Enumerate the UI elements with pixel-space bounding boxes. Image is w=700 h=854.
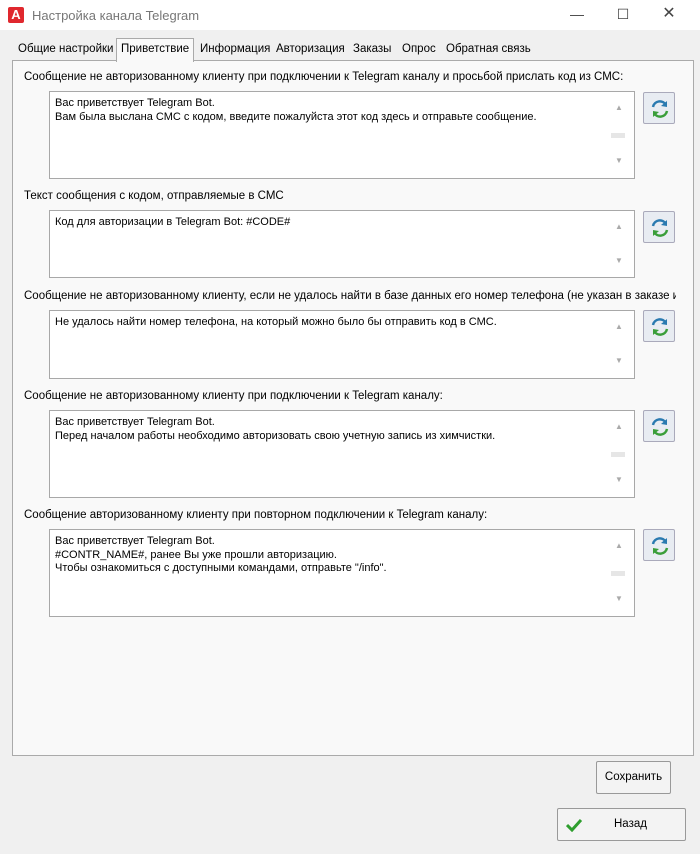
- scroll-up-arrow-icon[interactable]: ▲: [614, 542, 624, 550]
- message-text: Код для авторизации в Telegram Bot: #COD…: [55, 216, 291, 228]
- message-text: Не удалось найти номер телефона, на кото…: [55, 316, 497, 328]
- tab-greeting[interactable]: Приветствие: [116, 38, 195, 62]
- scroll-up-arrow-icon[interactable]: ▲: [614, 323, 624, 331]
- message-input-authorized-reconnect[interactable]: Вас приветствует Telegram Bot. #CONTR_NA…: [49, 529, 635, 617]
- scroll-up-arrow-icon[interactable]: ▲: [614, 223, 624, 231]
- field-label-sms-code: Текст сообщения с кодом, отправляемые в …: [24, 190, 284, 202]
- message-input-phone-not-found[interactable]: Не удалось найти номер телефона, на кото…: [49, 310, 635, 379]
- scroll-up-arrow-icon[interactable]: ▲: [614, 104, 624, 112]
- field-label-phone-not-found: Сообщение не авторизованному клиенту, ес…: [24, 290, 676, 302]
- scroll-down-arrow-icon[interactable]: ▼: [614, 595, 624, 603]
- reset-default-button[interactable]: [643, 92, 675, 124]
- reset-default-button[interactable]: [643, 310, 675, 342]
- field-label-sms-request: Сообщение не авторизованному клиенту при…: [24, 71, 624, 83]
- tab-authorization[interactable]: Авторизация: [272, 40, 349, 60]
- green-check-icon: [566, 818, 582, 832]
- tab-feedback[interactable]: Обратная связь: [442, 40, 535, 60]
- tab-orders[interactable]: Заказы: [349, 40, 395, 60]
- minimize-button[interactable]: —: [554, 0, 600, 30]
- refresh-default-icon: [651, 537, 669, 555]
- refresh-default-icon: [651, 100, 669, 118]
- message-text: Вас приветствует Telegram Bot. #CONTR_NA…: [55, 535, 387, 574]
- tab-survey[interactable]: Опрос: [398, 40, 440, 60]
- tab-general[interactable]: Общие настройки: [14, 40, 117, 60]
- scrollbar-thumb[interactable]: [611, 452, 625, 457]
- reset-default-button[interactable]: [643, 529, 675, 561]
- refresh-default-icon: [651, 318, 669, 336]
- back-button-label: Назад: [614, 818, 647, 830]
- scroll-down-arrow-icon[interactable]: ▼: [614, 476, 624, 484]
- message-input-sms-code[interactable]: Код для авторизации в Telegram Bot: #COD…: [49, 210, 635, 278]
- refresh-default-icon: [651, 418, 669, 436]
- field-label-authorized-reconnect: Сообщение авторизованному клиенту при по…: [24, 509, 488, 521]
- field-label-unauthorized-connect: Сообщение не авторизованному клиенту при…: [24, 390, 443, 402]
- reset-default-button[interactable]: [643, 410, 675, 442]
- scroll-down-arrow-icon[interactable]: ▼: [614, 157, 624, 165]
- scroll-down-arrow-icon[interactable]: ▼: [614, 257, 624, 265]
- save-button[interactable]: Сохранить: [596, 761, 671, 794]
- tab-information[interactable]: Информация: [196, 40, 274, 60]
- title-bar: A Настройка канала Telegram — ☐ ✕: [0, 0, 700, 30]
- reset-default-button[interactable]: [643, 211, 675, 243]
- back-button[interactable]: Назад: [557, 808, 686, 841]
- message-text: Вас приветствует Telegram Bot. Вам была …: [55, 97, 537, 123]
- scrollbar-thumb[interactable]: [611, 571, 625, 576]
- scroll-up-arrow-icon[interactable]: ▲: [614, 423, 624, 431]
- maximize-button[interactable]: ☐: [600, 0, 646, 30]
- message-text: Вас приветствует Telegram Bot. Перед нач…: [55, 416, 496, 442]
- scrollbar-thumb[interactable]: [611, 133, 625, 138]
- refresh-default-icon: [651, 219, 669, 237]
- window-title: Настройка канала Telegram: [32, 8, 200, 23]
- app-logo-icon: A: [8, 7, 24, 23]
- scroll-down-arrow-icon[interactable]: ▼: [614, 357, 624, 365]
- close-button[interactable]: ✕: [646, 0, 692, 30]
- message-input-sms-request[interactable]: Вас приветствует Telegram Bot. Вам была …: [49, 91, 635, 179]
- message-input-unauthorized-connect[interactable]: Вас приветствует Telegram Bot. Перед нач…: [49, 410, 635, 498]
